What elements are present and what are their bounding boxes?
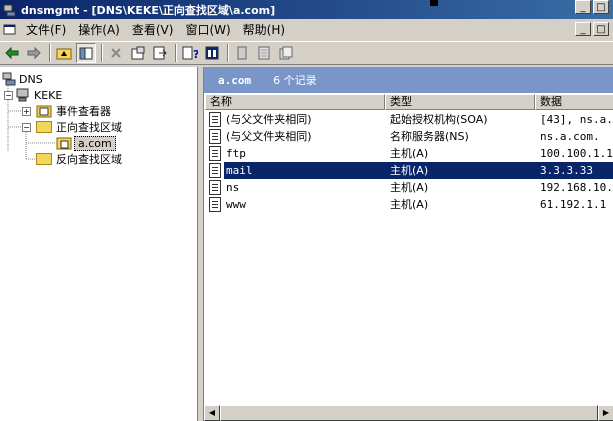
record-count: 6 个记录 <box>273 74 317 87</box>
inner-minimize-button[interactable]: _ <box>575 22 591 36</box>
record-name: ftp <box>226 147 246 160</box>
column-header-type[interactable]: 类型 <box>385 94 535 110</box>
mouse-cursor-icon <box>430 0 438 6</box>
record-type: 名称服务器(NS) <box>390 130 469 143</box>
record-icon <box>209 180 221 195</box>
dns-app-icon <box>3 3 17 17</box>
menu-help[interactable]: 帮助(H) <box>237 20 291 40</box>
up-folder-icon[interactable] <box>54 43 74 63</box>
menu-bar: 文件(F) 操作(A) 查看(V) 窗口(W) 帮助(H) <box>0 19 613 41</box>
record-icon <box>209 197 221 212</box>
horizontal-scrollbar[interactable]: ◀ ▶ <box>204 405 613 421</box>
record-row[interactable]: www 主机(A) 61.192.1.1 <box>204 196 613 213</box>
svg-text:?: ? <box>193 48 198 60</box>
record-type: 起始授权机构(SOA) <box>390 113 488 126</box>
console-menu-icon[interactable] <box>2 22 18 38</box>
console-icon[interactable] <box>202 43 222 63</box>
column-header-data[interactable]: 数据 <box>535 94 613 110</box>
forward-icon[interactable] <box>24 43 44 63</box>
minimize-button[interactable]: _ <box>575 0 591 14</box>
record-data: 192.168.10.1 <box>540 181 613 194</box>
scroll-left-button[interactable]: ◀ <box>204 405 220 421</box>
help-icon[interactable]: ? <box>180 43 200 63</box>
properties-icon[interactable] <box>128 43 148 63</box>
record-data: 100.100.1.1 <box>540 147 613 160</box>
record-type: 主机(A) <box>390 181 429 194</box>
server-icon[interactable] <box>254 43 274 63</box>
record-data: ns.a.com. <box>540 130 600 143</box>
menu-file[interactable]: 文件(F) <box>20 20 72 40</box>
export-icon[interactable] <box>150 43 170 63</box>
record-icon <box>209 112 221 127</box>
scroll-thumb[interactable] <box>220 405 598 421</box>
toolbar-separator <box>101 44 103 62</box>
show-tree-icon[interactable] <box>76 43 96 63</box>
window-title: dnsmgmt - [DNS\KEKE\正向查找区域\a.com] <box>21 3 276 17</box>
record-row[interactable]: (与父文件夹相同) 名称服务器(NS) ns.a.com. <box>204 128 613 145</box>
toolbar-separator <box>227 44 229 62</box>
zone-title: a.com <box>218 73 252 87</box>
record-name: (与父文件夹相同) <box>226 130 312 143</box>
details-pane: a.com 6 个记录 名称 类型 数据 (与父文件夹相同) 起始授权机构(SO… <box>203 67 613 421</box>
console-tree: DNS − KEKE + 事件查看器 − 正向查找区域 a.com 反向查找区域 <box>0 67 198 421</box>
record-type: 主机(A) <box>390 198 429 211</box>
delete-icon[interactable] <box>106 43 126 63</box>
record-icon[interactable] <box>276 43 296 63</box>
column-header-name[interactable]: 名称 <box>205 94 385 110</box>
inner-maximize-button[interactable]: □ <box>593 22 609 36</box>
maximize-button[interactable]: □ <box>593 0 609 14</box>
record-type: 主机(A) <box>390 147 429 160</box>
record-data: 61.192.1.1 <box>540 198 607 211</box>
record-data: [43], ns.a.c <box>540 113 613 126</box>
record-icon <box>209 146 221 161</box>
record-row[interactable]: (与父文件夹相同) 起始授权机构(SOA) [43], ns.a.c <box>204 111 613 128</box>
record-icon <box>209 163 221 178</box>
record-row-selected[interactable]: mail 主机(A) 3.3.3.33 <box>204 162 613 179</box>
record-name: mail <box>224 162 385 179</box>
record-name: ns <box>226 181 240 194</box>
title-bar: dnsmgmt - [DNS\KEKE\正向查找区域\a.com] <box>0 0 613 19</box>
record-type: 主机(A) <box>385 162 535 179</box>
menu-view[interactable]: 查看(V) <box>126 20 180 40</box>
record-row[interactable]: ns 主机(A) 192.168.10.1 <box>204 179 613 196</box>
record-data: 3.3.3.33 <box>535 162 613 179</box>
record-row[interactable]: ftp 主机(A) 100.100.1.1 <box>204 145 613 162</box>
details-header: a.com 6 个记录 <box>204 67 613 93</box>
menu-action[interactable]: 操作(A) <box>72 20 126 40</box>
tree-lines <box>7 86 56 160</box>
record-name: (与父文件夹相同) <box>226 113 312 126</box>
zone-icon[interactable] <box>232 43 252 63</box>
toolbar-separator <box>49 44 51 62</box>
back-icon[interactable] <box>2 43 22 63</box>
menu-window[interactable]: 窗口(W) <box>179 20 236 40</box>
toolbar-separator <box>175 44 177 62</box>
record-name: www <box>226 198 246 211</box>
scroll-right-button[interactable]: ▶ <box>598 405 613 421</box>
toolbar: ? <box>0 41 613 65</box>
record-icon <box>209 129 221 144</box>
